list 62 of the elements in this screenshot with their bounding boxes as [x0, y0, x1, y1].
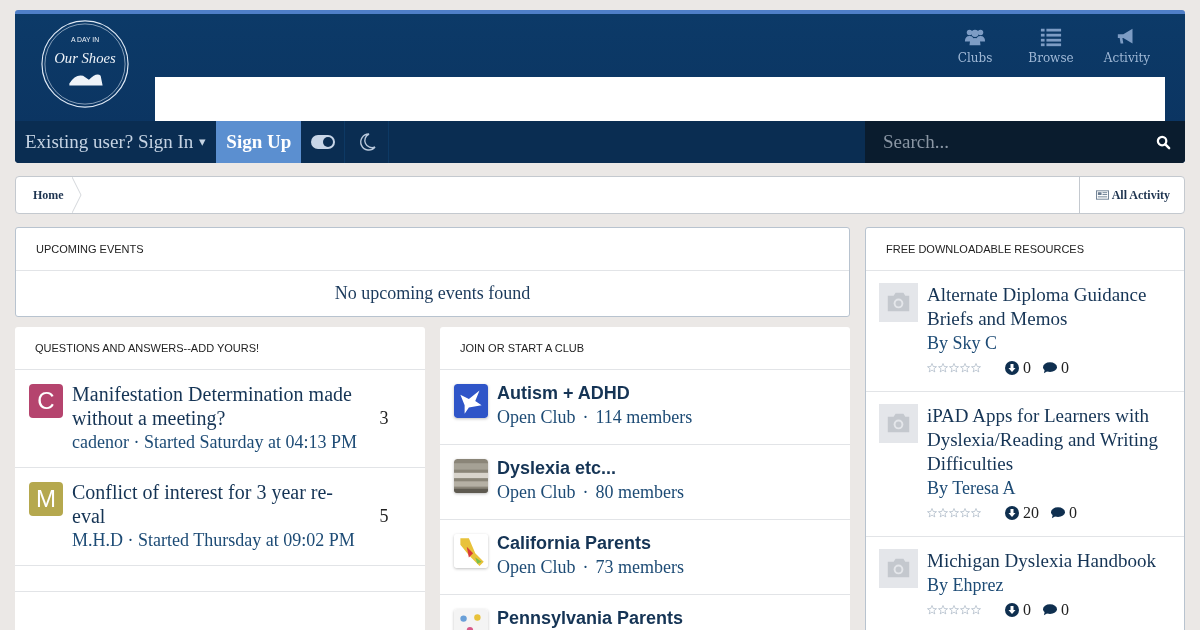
separator-dot: ·	[582, 557, 589, 577]
member-count: 73 members	[595, 557, 684, 577]
chevron-icon	[71, 177, 82, 213]
comment-icon	[1051, 506, 1065, 520]
all-activity-label[interactable]: All Activity	[1111, 187, 1170, 203]
panel-title: UPCOMING EVENTS	[16, 228, 849, 271]
topic-title-link[interactable]: Conflict of interest for 3 year re-eval	[72, 480, 362, 528]
topic-meta: cadenor · Started Saturday at 04:13 PM	[72, 431, 358, 454]
download-count: 0	[1023, 359, 1031, 377]
panel-title: QUESTIONS AND ANSWERS--ADD YOURS!	[15, 327, 425, 370]
club-name-link[interactable]: California Parents	[497, 532, 684, 554]
search-input[interactable]: Search...	[881, 130, 1156, 154]
author-link[interactable]: By Teresa A	[927, 476, 1174, 500]
resource-title-link[interactable]: Michigan Dyslexia Handbook	[927, 549, 1174, 573]
download-icon	[1005, 603, 1019, 617]
panel-title: FREE DOWNLOADABLE RESOURCES	[866, 228, 1184, 271]
club-name-link[interactable]: Dyslexia etc...	[497, 457, 684, 479]
reply-count: 3	[378, 407, 390, 429]
download-icon	[1005, 361, 1019, 375]
download-icon	[1005, 506, 1019, 520]
camera-icon	[879, 404, 918, 443]
member-count: 80 members	[595, 482, 684, 502]
newspaper-icon	[1095, 190, 1109, 200]
author-link[interactable]: By Sky C	[927, 331, 1174, 355]
comment-icon	[1043, 603, 1057, 617]
list-icon	[1040, 26, 1062, 47]
camera-icon	[879, 549, 918, 588]
sign-in-link[interactable]: Existing user? Sign In ▾	[15, 121, 217, 163]
resource-title-link[interactable]: Alternate Diploma Guidance Briefs and Memos	[927, 283, 1174, 331]
theme-toggle[interactable]	[310, 135, 335, 149]
author-link[interactable]: By Ehprez	[927, 573, 1174, 597]
search-icon[interactable]	[1156, 134, 1171, 150]
comment-icon	[1043, 361, 1057, 375]
author-link[interactable]: M.H.D	[72, 530, 123, 550]
club-name-link[interactable]: Pennsylvania Parents	[497, 607, 684, 629]
download-count: 0	[1023, 601, 1031, 619]
empty-message: No upcoming events found	[333, 282, 532, 305]
user-avatar[interactable]: C	[29, 384, 63, 418]
nav-link[interactable]: Clubs	[937, 14, 1013, 77]
club-type: Open Club	[497, 482, 576, 502]
member-count: 114 members	[595, 407, 693, 427]
camera-icon	[879, 283, 918, 322]
topic-title-link[interactable]: Manifestation Determination made without a meeting?	[72, 382, 362, 430]
club-type: Open Club	[497, 557, 576, 577]
comment-count: 0	[1061, 359, 1069, 377]
nav-link[interactable]: Browse	[1013, 14, 1089, 77]
reply-count: 5	[378, 505, 390, 527]
comment-count: 0	[1069, 504, 1077, 522]
author-link[interactable]: cadenor	[72, 432, 129, 452]
nav-link[interactable]: Activity	[1089, 14, 1165, 77]
comment-count: 0	[1061, 601, 1069, 619]
club-type: Open Club	[497, 407, 576, 427]
separator-dot: ·	[582, 482, 589, 502]
separator-dot: ·	[582, 407, 589, 427]
download-count: 20	[1023, 504, 1039, 522]
breadcrumb-link[interactable]: Home	[16, 177, 72, 213]
all-activity-link[interactable]: All Activity	[1078, 177, 1184, 213]
resource-title-link[interactable]: iPAD Apps for Learners with Dyslexia/Reading and Writing Difficulties	[927, 404, 1174, 476]
panel-title: JOIN OR START A CLUB	[440, 327, 850, 370]
club-name-link[interactable]: Autism + ADHD	[497, 382, 693, 404]
topic-meta: M.H.D · Started Thursday at 09:02 PM	[72, 529, 356, 552]
search-field[interactable]: Search...	[865, 121, 1185, 163]
